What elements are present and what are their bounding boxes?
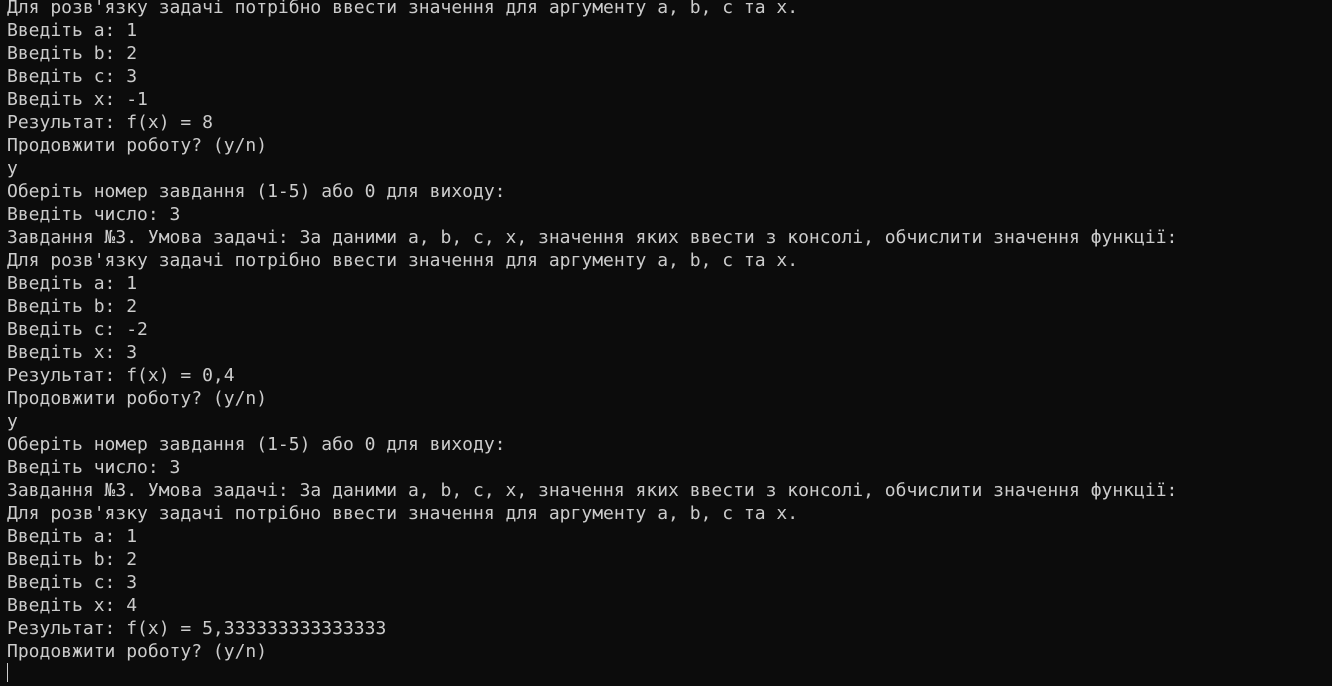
console-line: Введіть x: 4 xyxy=(7,595,138,616)
console-line: Оберіть номер завдання (1-5) або 0 для в… xyxy=(7,181,506,202)
console-line: Продовжити роботу? (y/n) xyxy=(7,135,268,156)
console-line: Для розв'язку задачі потрібно ввести зна… xyxy=(7,250,799,271)
console-line: Введіть c: -2 xyxy=(7,319,148,340)
console-line: Введіть b: 2 xyxy=(7,549,138,570)
console-line: Для розв'язку задачі потрібно ввести зна… xyxy=(7,503,799,524)
console-line: Результат: f(x) = 5,333333333333333 xyxy=(7,618,387,639)
console-line: Введіть число: 3 xyxy=(7,457,181,478)
console-line: Введіть c: 3 xyxy=(7,572,138,593)
console-line: Введіть x: -1 xyxy=(7,89,148,110)
console-line: y xyxy=(7,158,18,179)
console-line: Завдання №3. Умова задачі: За даними a, … xyxy=(7,480,1178,501)
console-line: Для розв'язку задачі потрібно ввести зна… xyxy=(7,0,799,18)
console-line: Введіть число: 3 xyxy=(7,204,181,225)
console-line: Продовжити роботу? (y/n) xyxy=(7,388,268,409)
console-output[interactable]: Для розв'язку задачі потрібно ввести зна… xyxy=(0,0,1332,682)
console-line: Завдання №3. Умова задачі: За даними a, … xyxy=(7,227,1178,248)
console-line: Введіть b: 2 xyxy=(7,296,138,317)
input-line[interactable] xyxy=(7,663,1332,682)
console-line: Введіть x: 3 xyxy=(7,342,138,363)
console-line: y xyxy=(7,411,18,432)
console-line: Введіть b: 2 xyxy=(7,43,138,64)
console-line: Введіть a: 1 xyxy=(7,20,138,41)
console-line: Введіть a: 1 xyxy=(7,526,138,547)
console-line: Введіть c: 3 xyxy=(7,66,138,87)
console-line: Оберіть номер завдання (1-5) або 0 для в… xyxy=(7,434,506,455)
text-cursor xyxy=(7,663,8,682)
console-line: Продовжити роботу? (y/n) xyxy=(7,641,268,662)
console-line: Результат: f(x) = 8 xyxy=(7,112,213,133)
console-line: Результат: f(x) = 0,4 xyxy=(7,365,235,386)
console-line: Введіть a: 1 xyxy=(7,273,138,294)
